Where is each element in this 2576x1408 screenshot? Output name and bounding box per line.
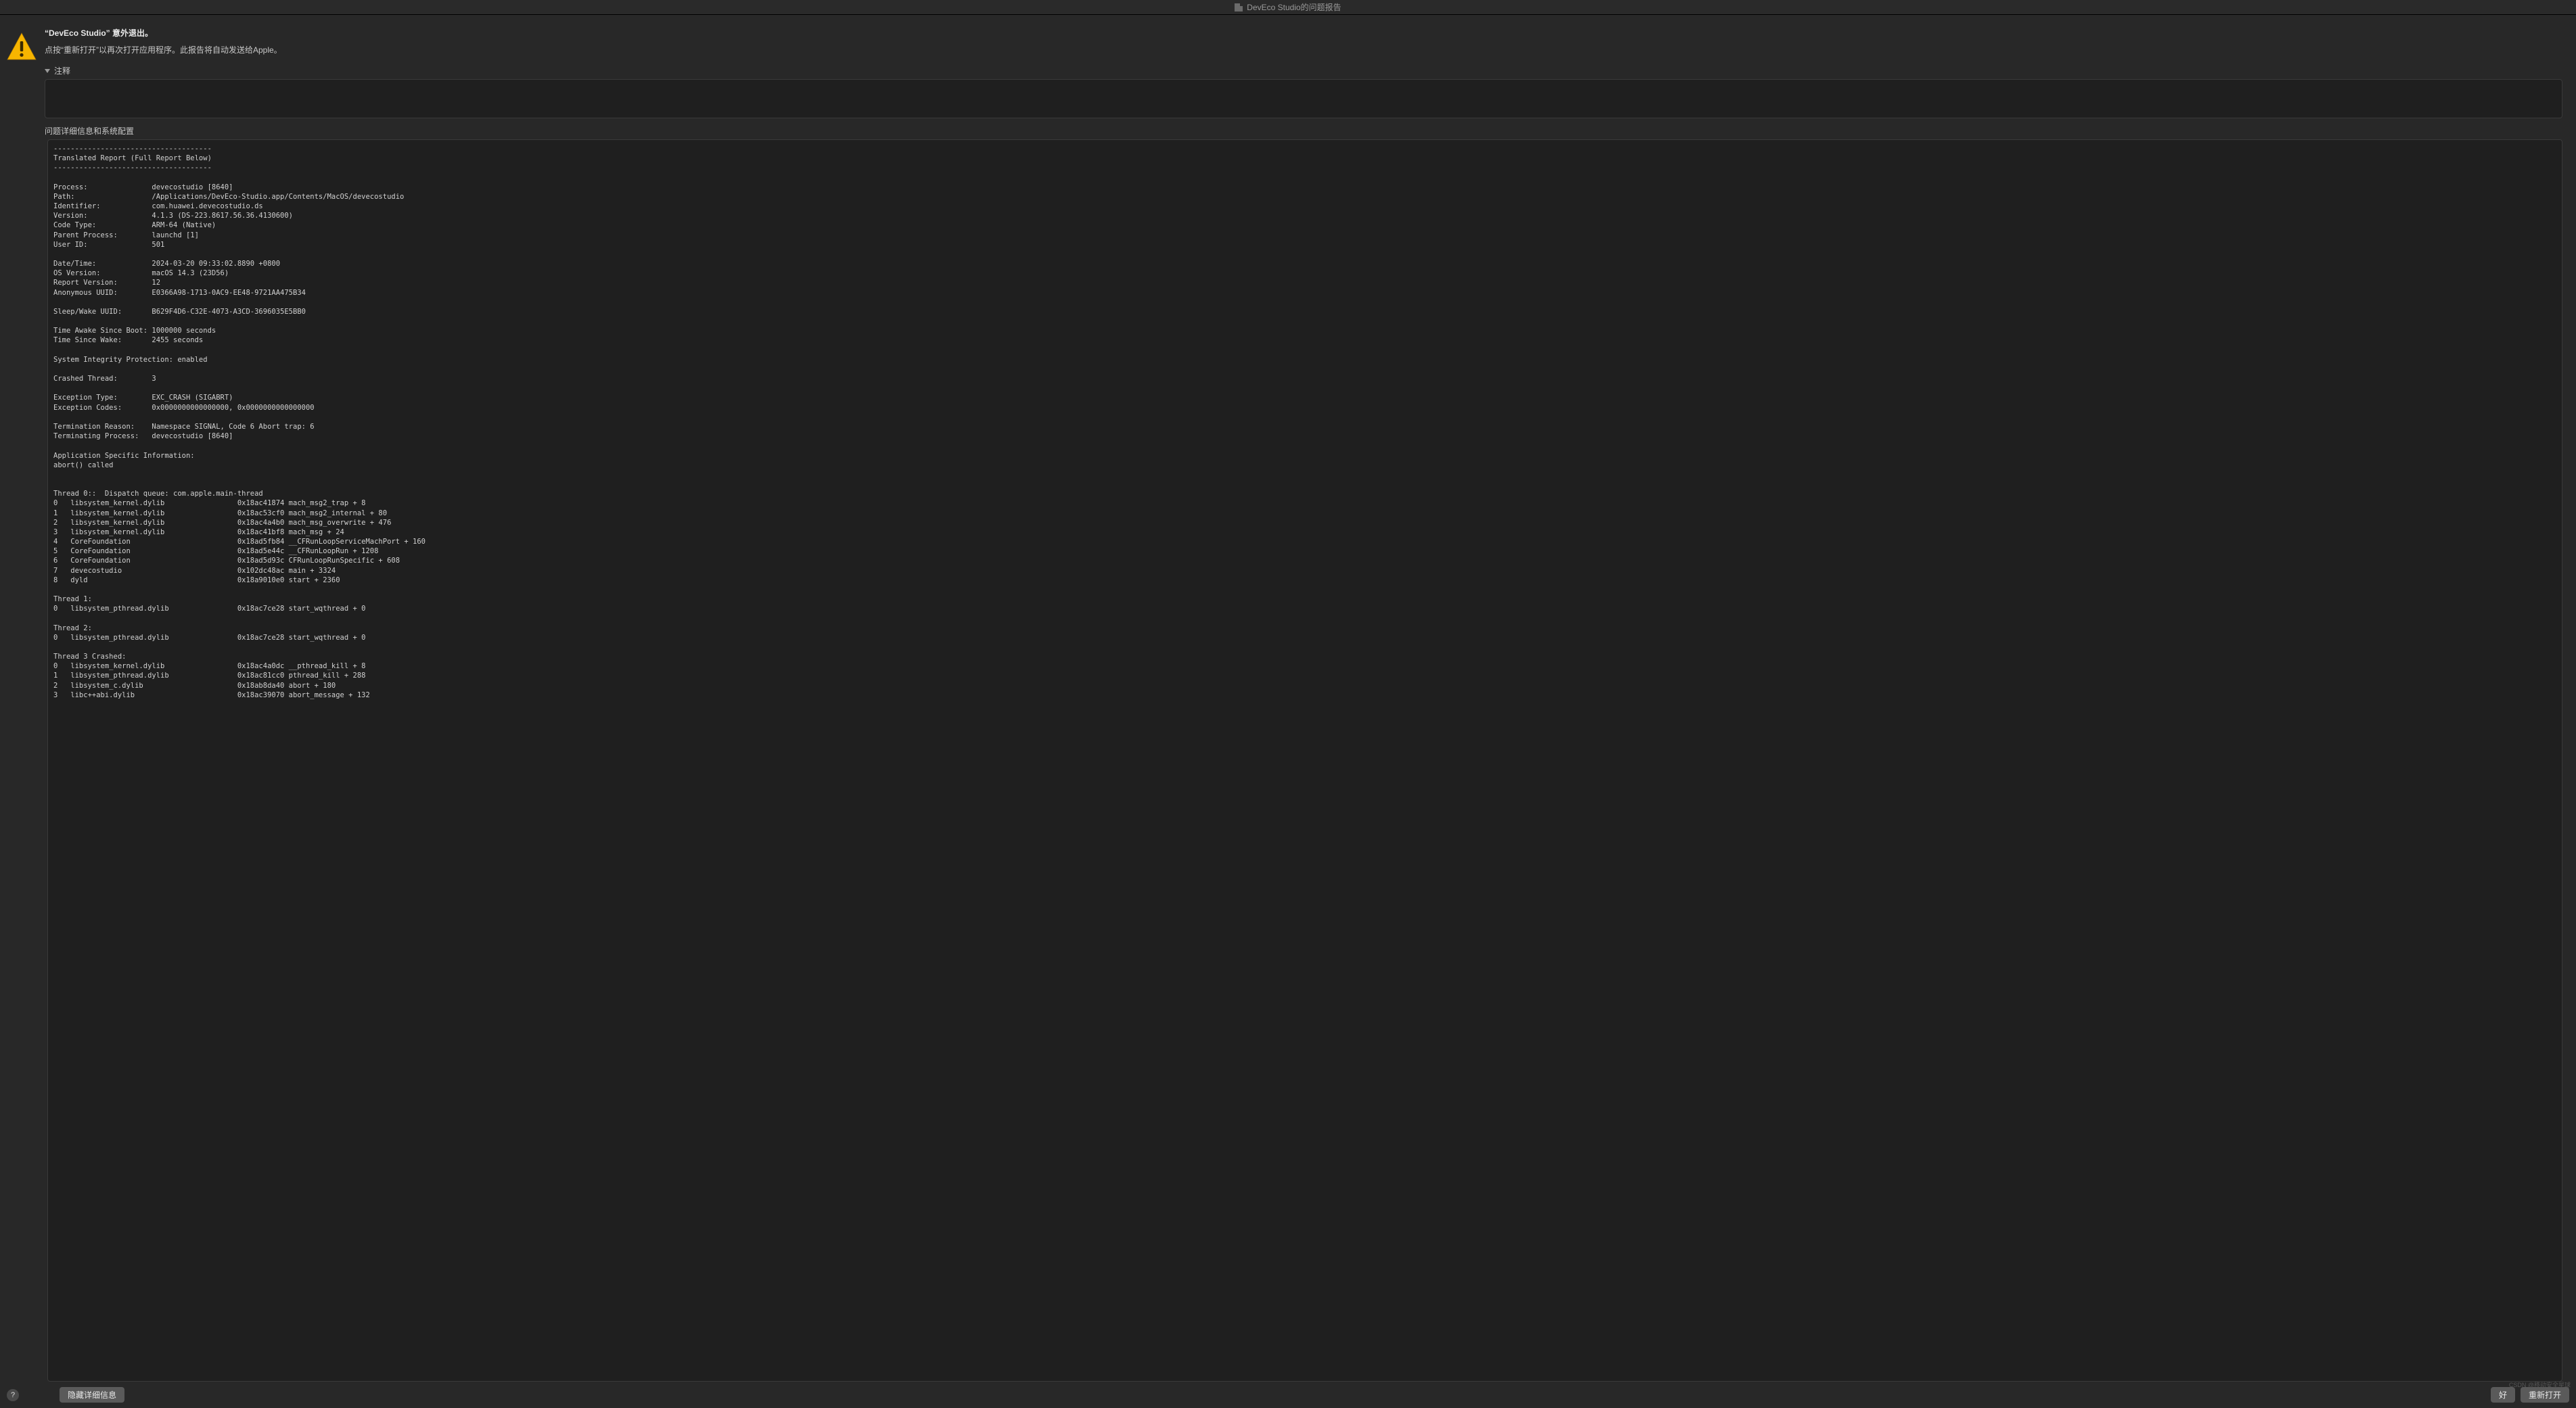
dialog-footer: ? 隐藏详细信息 好 重新打开 <box>0 1382 2576 1408</box>
dialog-subtext: 点按“重新打开”以再次打开应用程序。此报告将自动发送给Apple。 <box>45 44 2562 55</box>
window-titlebar: DevEco Studio的问题报告 <box>0 0 2576 15</box>
chevron-down-icon <box>45 69 50 73</box>
crash-report-text[interactable]: ------------------------------------- Tr… <box>47 139 2562 1382</box>
ok-button[interactable]: 好 <box>2491 1387 2515 1403</box>
comments-disclosure[interactable]: 注释 <box>45 65 2562 76</box>
help-button[interactable]: ? <box>7 1389 19 1401</box>
reopen-button[interactable]: 重新打开 <box>2521 1387 2569 1403</box>
warning-icon <box>5 31 38 64</box>
comments-textarea[interactable] <box>45 79 2562 118</box>
details-label: 问题详细信息和系统配置 <box>45 125 2562 137</box>
document-icon <box>1235 3 1243 11</box>
watermark-text: CSDN @移动安全星球 <box>2509 1380 2571 1389</box>
window-title: DevEco Studio的问题报告 <box>1247 1 1341 13</box>
dialog-heading: “DevEco Studio” 意外退出。 <box>45 27 2562 39</box>
comments-label: 注释 <box>54 65 70 76</box>
hide-details-button[interactable]: 隐藏详细信息 <box>60 1387 124 1403</box>
